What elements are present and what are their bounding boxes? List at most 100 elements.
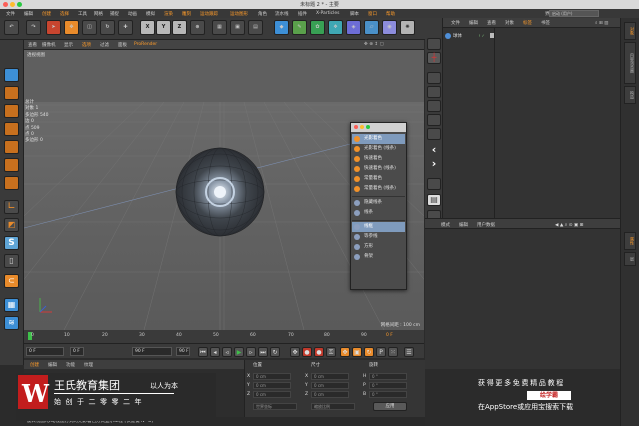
menu-pipeline[interactable]: 流水线 <box>275 11 289 17</box>
menu-script[interactable]: 脚本 <box>350 11 359 17</box>
popup-close-button[interactable] <box>354 125 358 129</box>
om-menu-objects[interactable]: 对象 <box>505 20 514 26</box>
edges-mode-button[interactable] <box>4 158 19 172</box>
position-z-field[interactable]: 0 cm <box>253 391 291 398</box>
points-mode-button[interactable] <box>4 140 19 154</box>
tab-structure[interactable]: 构造 <box>624 86 636 104</box>
planar-workplane-button[interactable]: ≋ <box>4 316 19 330</box>
tab-attributes[interactable]: 属性 <box>624 232 636 250</box>
render-settings-button[interactable]: ▤ <box>248 20 263 35</box>
om-menu-bookmarks[interactable]: 书签 <box>541 20 550 26</box>
size-x-field[interactable]: 0 cm <box>311 373 349 380</box>
menu-file[interactable]: 文件 <box>6 11 15 17</box>
mat-menu-function[interactable]: 功能 <box>66 362 75 368</box>
deformer-button[interactable]: ◈ <box>346 20 361 35</box>
display-quick-shading-lines[interactable]: 快速着色 (线条) <box>352 164 405 174</box>
tab-layers[interactable]: 层 <box>624 252 636 266</box>
play-reverse-button[interactable]: ◃ <box>222 347 232 357</box>
axis-mode-button[interactable]: ∟ <box>4 200 19 214</box>
menu-sculpt[interactable]: 雕刻 <box>182 11 191 17</box>
subdivision-button[interactable]: ✿ <box>310 20 325 35</box>
size-y-field[interactable]: 0 cm <box>311 382 349 389</box>
workplane-button[interactable]: ▦ <box>4 298 19 312</box>
cube-button[interactable]: ◆ <box>274 20 289 35</box>
tweak-mode-button[interactable]: ◩ <box>4 218 19 232</box>
menu-tools[interactable]: 工具 <box>78 11 87 17</box>
attr-menu-edit[interactable]: 编辑 <box>459 222 468 228</box>
parameter-key-button[interactable]: P <box>376 347 386 357</box>
mat-menu-create[interactable]: 创建 <box>30 362 39 368</box>
floor-button[interactable]: ▱ <box>364 20 379 35</box>
viewport-menu-display[interactable]: 显示 <box>64 42 73 48</box>
viewport-menu-options[interactable]: 选项 <box>82 42 91 48</box>
menu-mesh[interactable]: 网格 <box>94 11 103 17</box>
om-tool-5[interactable] <box>427 100 441 112</box>
om-tool-3[interactable] <box>427 72 441 84</box>
recent-tools-button[interactable]: ✚ <box>118 20 133 35</box>
start-frame-field[interactable]: 0 F <box>70 347 84 356</box>
menu-help[interactable]: 帮助 <box>386 11 395 17</box>
popup-minimize-button[interactable] <box>360 125 364 129</box>
viewport-nav-icons[interactable]: ✥ ⊕ ↕ ▢ <box>364 42 384 47</box>
size-z-field[interactable]: 0 cm <box>311 391 349 398</box>
om-tool-8[interactable] <box>427 178 441 190</box>
menu-render[interactable]: 渲染 <box>164 11 173 17</box>
next-frame-button[interactable]: ▹ <box>246 347 256 357</box>
display-constant-shading[interactable]: 常量着色 <box>352 174 405 184</box>
om-menu-view[interactable]: 查看 <box>487 20 496 26</box>
go-to-start-button[interactable]: ⏮ <box>198 347 208 357</box>
attr-nav-icons[interactable]: ◀ ▲ ⌕ ⊙ ▣ ⊞ <box>555 222 583 228</box>
om-search-icon[interactable]: ⌕ ⊞ ▥ <box>595 20 608 26</box>
point-level-button[interactable]: ⁙ <box>388 347 398 357</box>
om-column-divider[interactable] <box>494 28 495 218</box>
make-editable-button[interactable] <box>4 68 19 82</box>
scale-key-button[interactable]: ▣ <box>352 347 362 357</box>
menu-simulate[interactable]: 模拟 <box>146 11 155 17</box>
display-gouraud-shading-lines[interactable]: 光影着色 (线条) <box>352 144 405 154</box>
go-to-end-button[interactable]: ⏭ <box>258 347 268 357</box>
y-axis-button[interactable]: Y <box>156 20 171 35</box>
polygons-mode-button[interactable] <box>4 176 19 190</box>
display-gouraud-shading[interactable]: 光影着色 <box>352 134 405 144</box>
om-document-button[interactable]: ▤ <box>427 194 441 206</box>
display-skeleton[interactable]: 骨架 <box>352 252 405 262</box>
coordinate-mode-dropdown[interactable]: 世界坐标 <box>253 403 297 410</box>
menu-animate[interactable]: 动画 <box>128 11 137 17</box>
viewport-menu-panel[interactable]: 面板 <box>118 42 127 48</box>
position-x-field[interactable]: 0 cm <box>253 373 291 380</box>
magnet-button[interactable]: ⊂ <box>4 274 19 288</box>
timeline-menu-button[interactable]: ☰ <box>404 347 414 357</box>
texture-mode-button[interactable] <box>4 104 19 118</box>
menu-motion-tracking[interactable]: 运动跟踪 <box>200 11 218 17</box>
x-axis-button[interactable]: X <box>140 20 155 35</box>
mat-menu-edit[interactable]: 编辑 <box>48 362 57 368</box>
loop-button[interactable]: ↻ <box>270 347 280 357</box>
render-picture-viewer-button[interactable]: ▣ <box>230 20 245 35</box>
keyframe-selection-button[interactable]: ⚿ <box>326 347 336 357</box>
snap-button[interactable]: S <box>4 236 19 250</box>
menu-create[interactable]: 创建 <box>42 11 51 17</box>
move-keys-button[interactable]: ✥ <box>290 347 300 357</box>
position-y-field[interactable]: 0 cm <box>253 382 291 389</box>
menu-character[interactable]: 角色 <box>258 11 267 17</box>
display-constant-shading-lines[interactable]: 常量着色 (线条) <box>352 184 405 194</box>
om-tool-2[interactable]: ┼ <box>427 52 441 64</box>
collapse-right-button[interactable]: › <box>427 158 441 170</box>
z-axis-button[interactable]: Z <box>172 20 187 35</box>
viewport-menu-prorender[interactable]: ProRender <box>134 42 157 47</box>
workplane-mode-button[interactable] <box>4 122 19 136</box>
viewport-menu-view[interactable]: 查看 <box>28 42 37 48</box>
end-frame-field[interactable]: 90 F <box>132 347 172 356</box>
display-hidden-line[interactable]: 隐藏线条 <box>352 198 405 208</box>
undo-button[interactable]: ↶ <box>4 20 19 35</box>
render-view-button[interactable]: ▦ <box>212 20 227 35</box>
display-isoparms[interactable]: 等参线 <box>352 232 405 242</box>
object-row-sphere[interactable]: 球体 ⁞ ✓ <box>443 33 620 41</box>
layout-dropdown[interactable]: 启动 (用户) <box>549 10 599 17</box>
popup-zoom-button[interactable] <box>366 125 370 129</box>
apply-button[interactable]: 应用 <box>373 402 407 411</box>
timeline-ruler[interactable]: 0 10 20 30 40 50 60 70 80 90 0 F <box>24 330 424 343</box>
spline-pen-button[interactable]: ✎ <box>292 20 307 35</box>
array-button[interactable]: ❖ <box>328 20 343 35</box>
move-button[interactable]: ✥ <box>64 20 79 35</box>
